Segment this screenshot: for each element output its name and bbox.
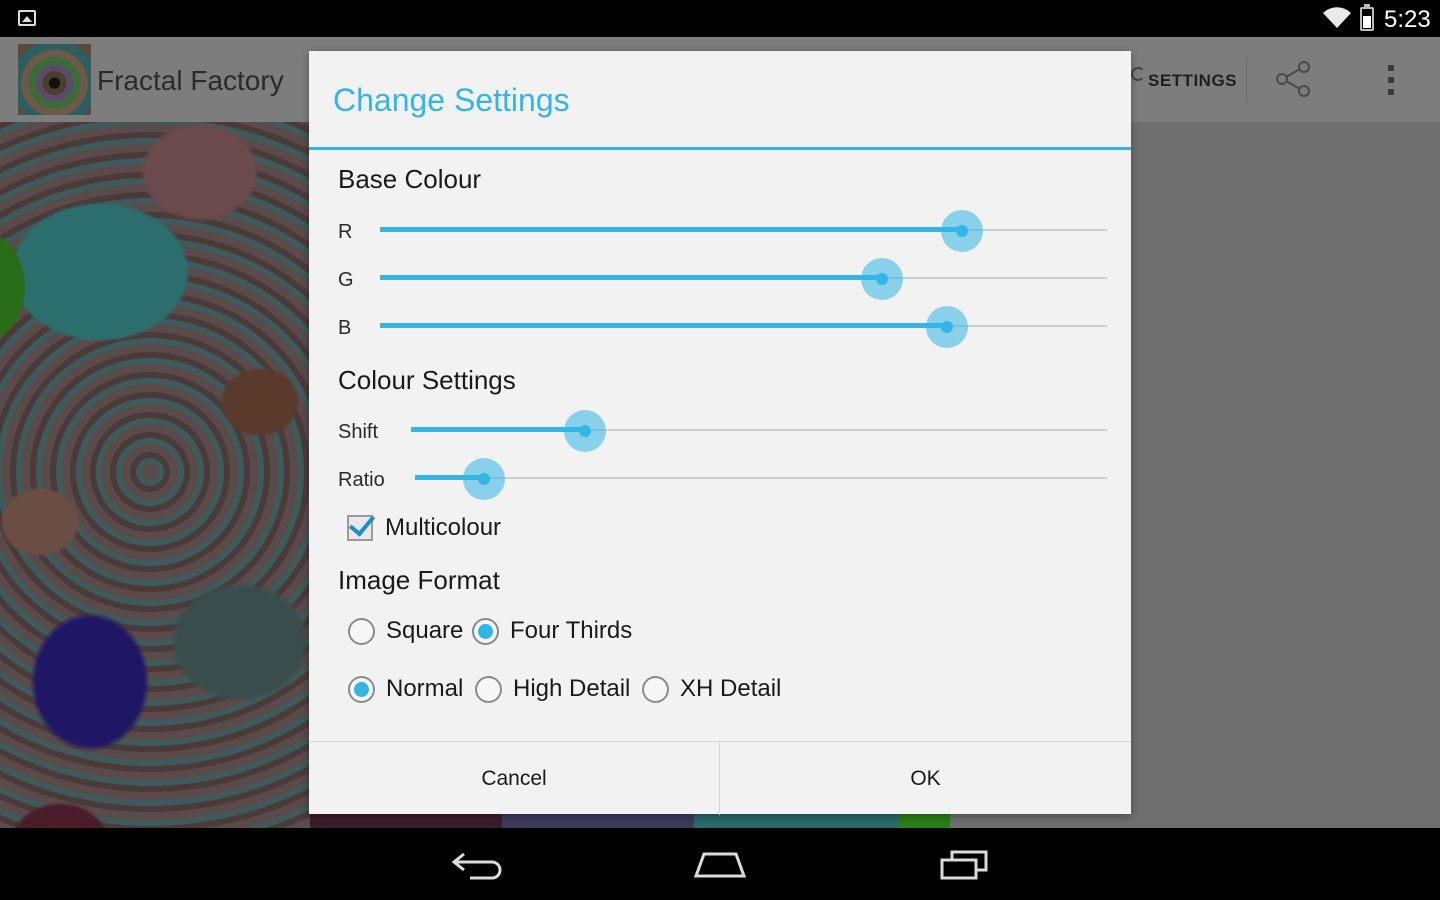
- dialog-button-bar: Cancel OK: [309, 741, 1131, 815]
- fractal-green-region: [0, 232, 25, 342]
- xh-detail-radio[interactable]: [642, 676, 669, 703]
- home-icon[interactable]: [692, 848, 748, 880]
- r-slider[interactable]: [380, 210, 1107, 252]
- share-icon[interactable]: [1274, 59, 1314, 99]
- battery-icon: [1360, 4, 1374, 31]
- cancel-button[interactable]: Cancel: [309, 742, 719, 815]
- wifi-icon: [1323, 7, 1351, 28]
- square-label[interactable]: Square: [386, 617, 463, 645]
- dialog-title-divider: [309, 147, 1131, 150]
- normal-label[interactable]: Normal: [386, 675, 463, 703]
- ok-button[interactable]: OK: [720, 742, 1131, 815]
- shift-label: Shift: [338, 421, 379, 443]
- colour-settings-heading: Colour Settings: [338, 365, 516, 395]
- settings-action-button[interactable]: SETTINGS: [1148, 71, 1237, 91]
- settings-glyph-icon: [1131, 67, 1145, 81]
- multicolour-checkbox[interactable]: [347, 515, 373, 541]
- r-slider-thumb[interactable]: [940, 210, 983, 252]
- fractal-image: [0, 122, 310, 828]
- xh-detail-label[interactable]: XH Detail: [680, 675, 781, 703]
- normal-radio[interactable]: [348, 676, 375, 703]
- status-time: 5:23: [1384, 6, 1431, 33]
- back-icon[interactable]: [450, 848, 506, 880]
- shift-slider[interactable]: [411, 410, 1107, 452]
- base-colour-heading: Base Colour: [338, 164, 482, 194]
- ratio-slider-thumb[interactable]: [463, 458, 506, 500]
- status-bar: 5:23: [0, 0, 1440, 37]
- overflow-menu-icon[interactable]: [1388, 65, 1394, 95]
- b-slider[interactable]: [380, 306, 1107, 348]
- dialog-title: Change Settings: [333, 82, 570, 118]
- four-thirds-radio[interactable]: [472, 618, 499, 645]
- app-icon[interactable]: [18, 44, 91, 115]
- ratio-label: Ratio: [338, 469, 385, 491]
- gallery-notification-icon: [18, 10, 36, 26]
- shift-slider-thumb[interactable]: [564, 410, 606, 452]
- b-label: B: [338, 317, 352, 339]
- image-format-heading: Image Format: [338, 565, 500, 595]
- multicolour-label[interactable]: Multicolour: [385, 514, 501, 542]
- g-slider-thumb[interactable]: [860, 258, 903, 300]
- change-settings-dialog: Change Settings Base Colour R G B Colour…: [309, 51, 1131, 815]
- fractal-image-bottom-strip: [310, 813, 950, 828]
- b-slider-thumb[interactable]: [926, 306, 969, 348]
- recents-icon[interactable]: [936, 848, 992, 880]
- app-title: Fractal Factory: [97, 65, 284, 96]
- high-detail-radio[interactable]: [475, 676, 502, 703]
- g-label: G: [338, 269, 354, 291]
- high-detail-label[interactable]: High Detail: [513, 675, 630, 703]
- navigation-bar: [0, 828, 1440, 900]
- ratio-slider[interactable]: [415, 458, 1107, 500]
- four-thirds-label[interactable]: Four Thirds: [510, 617, 632, 645]
- r-label: R: [338, 221, 353, 243]
- square-radio[interactable]: [348, 618, 375, 645]
- g-slider[interactable]: [380, 258, 1107, 300]
- action-bar-divider: [1246, 57, 1247, 103]
